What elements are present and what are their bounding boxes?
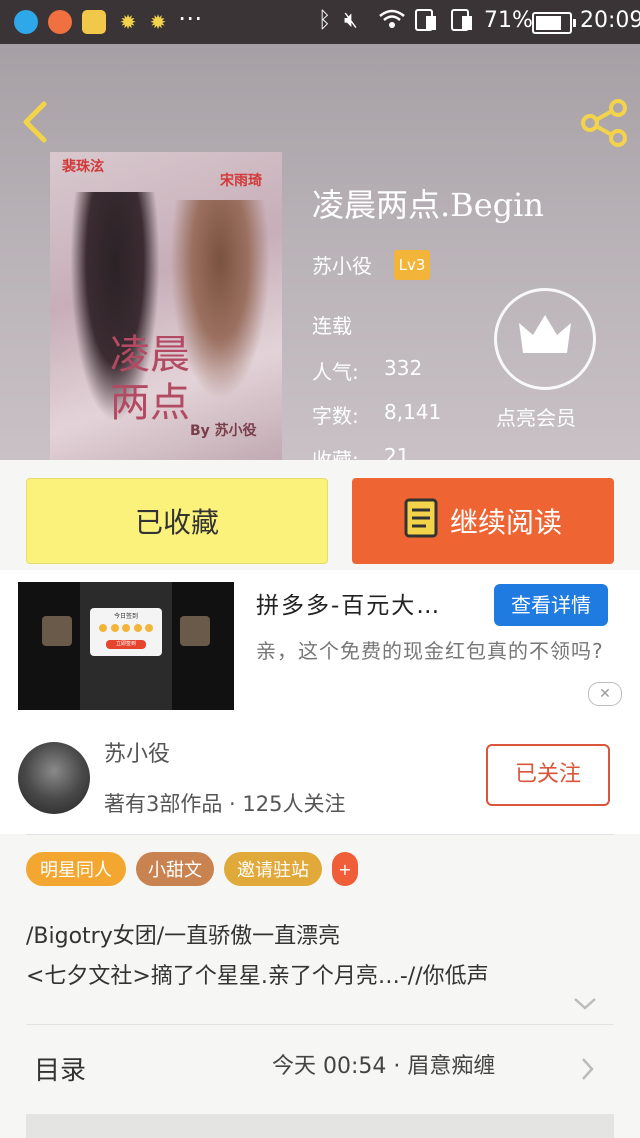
gallery-icon	[48, 10, 72, 34]
description-line-2: <七夕文社>摘了个星星.亲了个月亮…-//你低声	[26, 964, 489, 989]
popularity-label: 人气:	[312, 360, 359, 384]
book-cover: 裴珠泫 宋雨琦 凌晨 两点 By 苏小役	[50, 152, 282, 460]
sim2-signal-icon	[450, 8, 474, 38]
description-line-1: /Bigotry女团/一直骄傲一直漂亮	[26, 924, 341, 949]
sim1-signal-icon	[414, 8, 438, 38]
ad-thumb-text: 今日签到	[113, 613, 138, 620]
favorited-label: 已收藏	[134, 506, 219, 539]
divider	[26, 834, 614, 835]
continue-reading-button[interactable]: 继续阅读	[352, 478, 614, 564]
back-button[interactable]	[18, 100, 54, 144]
footer-placeholder	[26, 1114, 614, 1138]
book-header: 裴珠泫 宋雨琦 凌晨 两点 By 苏小役 凌晨两点.Begin 苏小役 Lv3 …	[0, 44, 640, 460]
ad-thumb-button: 立即签到	[106, 640, 146, 649]
wifi-icon	[378, 8, 406, 36]
ad-banner[interactable]: 今日签到 立即签到 拼多多-百元大… 查看详情 亲，这个免费的现金红包真的不领吗…	[0, 570, 640, 728]
lightbulb-icon: ✹	[149, 10, 167, 34]
book-title: 凌晨两点.Begin	[312, 186, 544, 224]
more-notifications-icon: ⋯	[178, 4, 202, 32]
toc-label: 目录	[34, 1056, 87, 1086]
book-icon	[404, 498, 438, 545]
ad-thumb-card	[180, 616, 210, 646]
ad-description: 亲，这个免费的现金红包真的不领吗?	[256, 639, 604, 663]
favorited-button[interactable]: 已收藏	[26, 478, 328, 564]
author-avatar[interactable]	[18, 742, 90, 814]
author-stats: 著有3部作品 · 125人关注	[104, 792, 346, 816]
battery-percent: 71%	[484, 8, 533, 33]
bluetooth-icon: ᛒ	[318, 8, 332, 33]
toc-row[interactable]: 目录 今天 00:54 · 眉意痴缠	[0, 1026, 640, 1110]
word-count-value: 8,141	[384, 400, 442, 424]
follow-button[interactable]: 已关注	[486, 744, 610, 806]
expand-chevron-icon[interactable]	[572, 996, 598, 1012]
qq-icon	[14, 10, 38, 34]
author-card[interactable]: 苏小役 著有3部作品 · 125人关注 已关注	[0, 728, 640, 834]
ad-detail-button[interactable]: 查看详情	[494, 584, 608, 626]
ad-title[interactable]: 拼多多-百元大…	[256, 586, 441, 620]
clock: 20:09	[580, 8, 640, 33]
membership-label[interactable]: 点亮会员	[496, 402, 576, 431]
membership-crown-icon[interactable]	[494, 288, 596, 390]
ad-thumb-dialog: 今日签到 立即签到	[90, 608, 162, 656]
cover-name-right: 宋雨琦	[220, 173, 262, 189]
toc-last-update: 今天 00:54 · 眉意痴缠	[272, 1054, 496, 1079]
serial-status: 连载	[312, 314, 352, 338]
tag-2[interactable]: 邀请驻站	[224, 852, 322, 886]
ad-close-icon[interactable]: ✕	[588, 682, 622, 706]
continue-reading-label: 继续阅读	[449, 506, 562, 539]
share-icon[interactable]	[580, 98, 630, 148]
add-tag-button[interactable]: +	[332, 852, 358, 886]
popularity-value: 332	[384, 356, 423, 380]
cover-name-left: 裴珠泫	[62, 159, 104, 175]
ad-thumb-card	[42, 616, 72, 646]
divider	[26, 1024, 614, 1025]
author-name[interactable]: 苏小役	[312, 250, 372, 279]
ad-thumbnail: 今日签到 立即签到	[18, 582, 234, 710]
mute-icon: 🔇︎	[344, 8, 358, 33]
star-app-icon	[82, 10, 106, 34]
lightbulb-icon: ✹	[119, 10, 137, 34]
cover-title-line2: 两点	[110, 380, 190, 426]
battery-icon	[532, 12, 576, 34]
chevron-right-icon	[580, 1056, 596, 1082]
cover-byline: By 苏小役	[190, 423, 257, 439]
status-bar: ✹ ✹ ⋯ ᛒ 🔇︎ 71% 20:09	[0, 0, 640, 44]
favorites-value: 21	[384, 444, 410, 460]
word-count-label: 字数:	[312, 404, 359, 428]
author-level-badge: Lv3	[394, 250, 430, 280]
author-card-name[interactable]: 苏小役	[104, 736, 170, 768]
favorites-label: 收藏:	[312, 448, 359, 460]
tag-1[interactable]: 小甜文	[136, 852, 214, 886]
tag-0[interactable]: 明星同人	[26, 852, 126, 886]
ad-thumb-coins	[99, 624, 153, 634]
